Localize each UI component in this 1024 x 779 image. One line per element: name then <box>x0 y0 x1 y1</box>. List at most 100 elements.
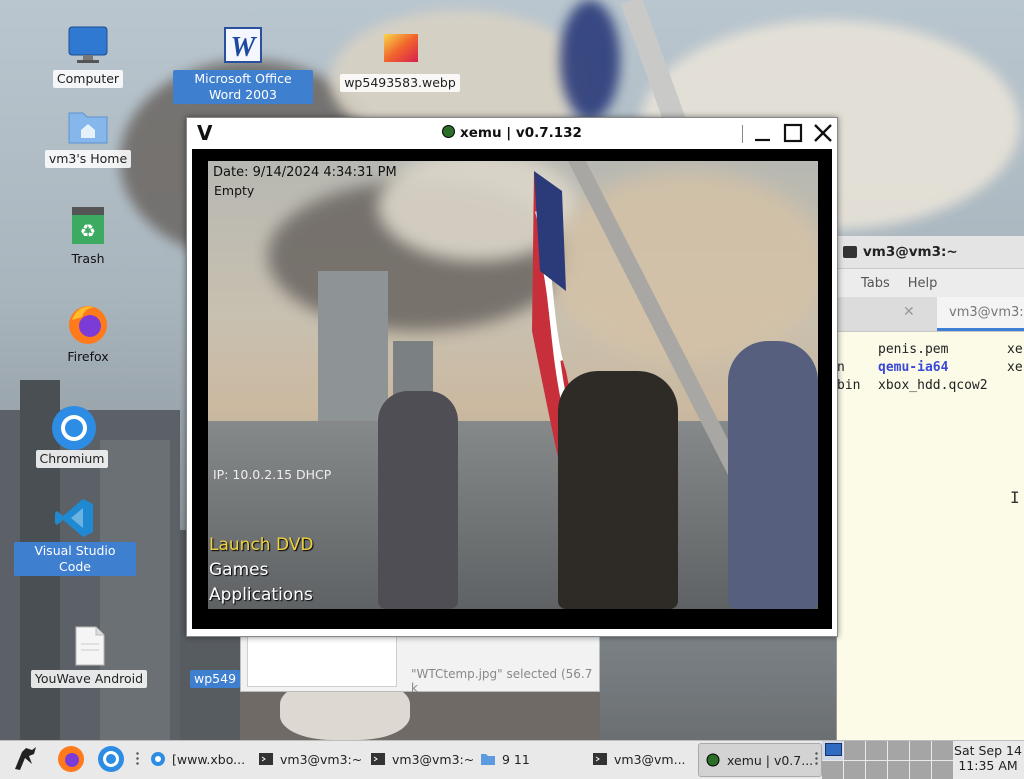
desktop-icon-chromium[interactable]: Chromium <box>22 404 122 468</box>
taskbar-task-folder[interactable]: 9 11 <box>474 743 594 775</box>
workspace-6[interactable] <box>932 741 953 760</box>
workspace-12[interactable] <box>932 761 953 779</box>
launch-chromium-button[interactable] <box>96 743 132 775</box>
taskbar-task-xemu[interactable]: xemu | v0.7... <box>698 743 822 777</box>
menu-item-help[interactable]: Help <box>908 276 938 291</box>
taskbar-task-browser[interactable]: [www.xbo... <box>144 743 260 775</box>
workspace-1[interactable] <box>822 741 843 760</box>
image-file-icon <box>378 28 422 72</box>
terminal-icon <box>843 246 857 258</box>
desktop-icon-vscode[interactable]: Visual Studio Code <box>14 496 136 576</box>
menu-item-tabs[interactable]: Tabs <box>861 276 890 291</box>
document-file-icon <box>67 624 111 668</box>
workspace-5[interactable] <box>910 741 931 760</box>
start-menu-button[interactable] <box>10 743 46 775</box>
task-label: 9 11 <box>502 752 530 767</box>
xemu-logo-icon <box>705 752 721 768</box>
task-label: xemu | v0.7... <box>727 753 813 768</box>
dashboard-ip: IP: 10.0.2.15 DHCP <box>213 467 331 482</box>
minimize-button[interactable] <box>751 121 775 145</box>
svg-text:W: W <box>231 32 258 63</box>
emulator-screen[interactable]: Date: 9/14/2024 4:34:31 PM Empty IP: 10.… <box>192 149 832 629</box>
chromium-icon <box>150 751 166 767</box>
desktop-icon-label: Trash <box>67 250 108 268</box>
app-menu-icon <box>10 744 40 774</box>
workspace-10[interactable] <box>888 761 909 779</box>
desktop-icon-label: YouWave Android <box>31 670 147 688</box>
dashboard-date: Date: 9/14/2024 4:34:31 PM <box>213 165 397 180</box>
menu-item-applications[interactable]: Applications <box>209 585 313 605</box>
firefox-icon <box>56 744 86 774</box>
desktop-icon-label: Chromium <box>36 450 109 468</box>
desktop-icon-wp549[interactable]: wp549 <box>190 670 242 688</box>
text-cursor-icon: I <box>1010 488 1020 507</box>
terminal-icon <box>258 751 274 767</box>
window-thumbnail-icon <box>825 743 842 756</box>
desktop-icon-word[interactable]: W Microsoft Office Word 2003 <box>170 24 316 104</box>
terminal-line: penis.pem xer <box>837 342 1024 360</box>
home-folder-icon <box>66 104 110 148</box>
terminal-icon <box>592 751 608 767</box>
workspace-pager[interactable] <box>822 741 952 779</box>
close-tab-icon[interactable]: ✕ <box>903 304 915 320</box>
chromium-icon <box>50 404 94 448</box>
menu-item-games[interactable]: Games <box>209 560 268 580</box>
taskbar-separator <box>815 751 818 767</box>
dashboard-background-image: Date: 9/14/2024 4:34:31 PM Empty IP: 10.… <box>208 161 818 609</box>
terminal-tab[interactable]: vm3@vm3:~ <box>937 297 1024 331</box>
task-label: vm3@vm3:~ <box>392 752 474 767</box>
file-manager-pane[interactable] <box>247 635 397 687</box>
terminal-line: bin xbox_hdd.qcow2 <box>837 378 1024 396</box>
workspace-11[interactable] <box>910 761 931 779</box>
terminal-line: n qemu-ia64 xer <box>837 360 1024 378</box>
terminal-menubar: Tabs Help <box>837 269 1024 297</box>
xemu-window[interactable]: V xemu | v0.7.132 <box>186 117 838 637</box>
terminal-title: vm3@vm3:~ <box>863 244 958 260</box>
desktop-icon-label: Computer <box>53 70 123 88</box>
desktop-icon-trash[interactable]: ♻ Trash <box>38 204 138 268</box>
workspace-9[interactable] <box>866 761 887 779</box>
workspace-8[interactable] <box>844 761 865 779</box>
desktop-icon-label: wp549 <box>190 670 240 688</box>
desktop-icon-firefox[interactable]: Firefox <box>38 302 138 366</box>
desktop-icon-youwave[interactable]: YouWave Android <box>30 624 148 688</box>
monitor-icon <box>66 24 110 68</box>
xemu-titlebar[interactable]: V xemu | v0.7.132 <box>187 118 837 149</box>
clock[interactable]: Sat Sep 14 11:35 AM <box>952 743 1024 773</box>
titlebar-separator <box>742 125 743 143</box>
desktop-icon-webp[interactable]: wp5493583.webp <box>340 28 460 92</box>
window-title: xemu | v0.7.132 <box>460 125 582 141</box>
terminal-output[interactable]: penis.pem xer n qemu-ia64 xer bin xbox_h… <box>837 332 1024 396</box>
desktop-icon-computer[interactable]: Computer <box>38 24 138 88</box>
workspace-7[interactable] <box>822 761 843 779</box>
taskbar-task-terminal-2[interactable]: vm3@vm3:~ <box>364 743 484 775</box>
task-label: vm3@vm... <box>614 752 686 767</box>
menu-item-launch-dvd[interactable]: Launch DVD <box>209 535 313 555</box>
chromium-icon <box>96 744 126 774</box>
taskbar-task-terminal-3[interactable]: vm3@vm... <box>586 743 706 775</box>
workspace-4[interactable] <box>888 741 909 760</box>
desktop-icon-label: Microsoft Office Word 2003 <box>173 70 313 104</box>
task-label: vm3@vm3:~ <box>280 752 362 767</box>
close-button[interactable] <box>811 121 835 145</box>
xemu-logo-icon <box>442 125 455 138</box>
taskbar-task-terminal-1[interactable]: vm3@vm3:~ <box>252 743 372 775</box>
workspace-2[interactable] <box>844 741 865 760</box>
desktop-icon-label: wp5493583.webp <box>340 74 460 92</box>
terminal-icon <box>370 751 386 767</box>
maximize-button[interactable] <box>781 121 805 145</box>
task-label: [www.xbo... <box>172 752 245 767</box>
desktop-icon-label: Firefox <box>63 348 112 366</box>
workspace-3[interactable] <box>866 741 887 760</box>
desktop-icon-home[interactable]: vm3's Home <box>38 104 138 168</box>
file-manager-window[interactable]: "WTCtemp.jpg" selected (56.7 k <box>240 630 600 692</box>
terminal-titlebar[interactable]: vm3@vm3:~ <box>837 236 1024 269</box>
trash-icon: ♻ <box>66 204 110 248</box>
clock-date: Sat Sep 14 <box>952 743 1024 758</box>
file-manager-status: "WTCtemp.jpg" selected (56.7 k <box>411 667 599 695</box>
folder-icon <box>480 751 496 767</box>
terminal-window[interactable]: vm3@vm3:~ Tabs Help ✕ vm3@vm3:~ penis.pe… <box>836 236 1024 746</box>
terminal-tabbar: ✕ vm3@vm3:~ <box>837 297 1024 332</box>
launch-firefox-button[interactable] <box>56 743 92 775</box>
desktop-icon-label: vm3's Home <box>45 150 131 168</box>
